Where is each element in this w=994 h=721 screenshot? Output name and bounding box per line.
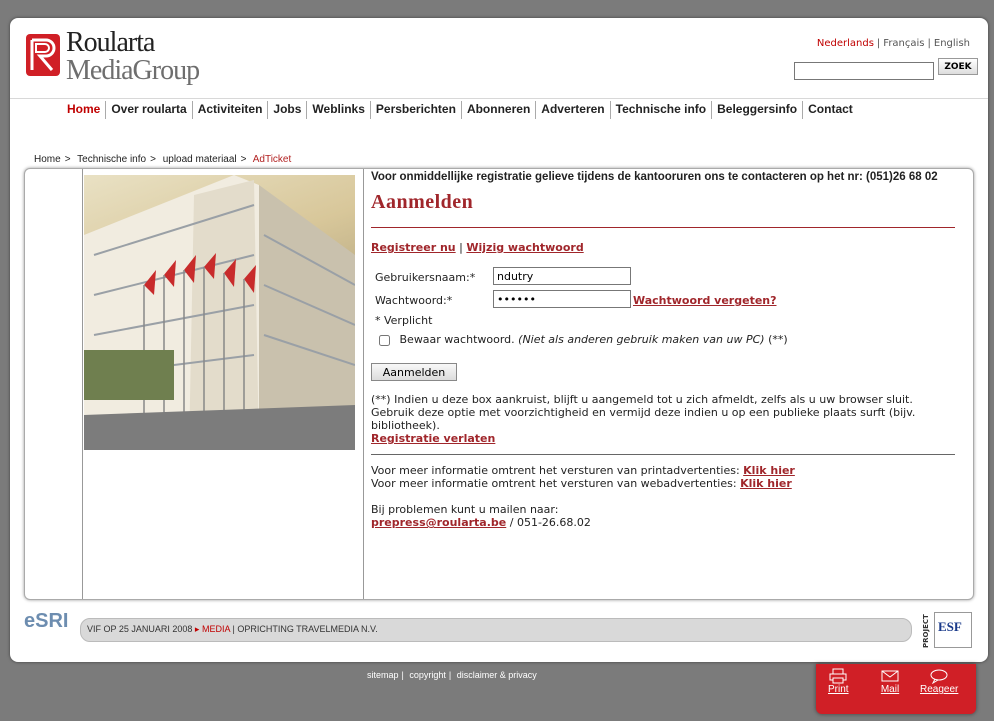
footnote-line2: Gebruik deze optie met voorzichtigheid e…: [371, 406, 916, 419]
web-info-link[interactable]: Klik hier: [740, 477, 792, 490]
esri-text: eSRI: [24, 610, 69, 632]
remember-row: Bewaar wachtwoord. (Niet als anderen geb…: [379, 333, 788, 346]
footnote-line3: bibliotheek).: [371, 419, 440, 432]
speech-bubble-icon: [930, 669, 948, 684]
forgot-password-link[interactable]: Wachtwoord vergeten?: [633, 294, 777, 307]
copyright-link[interactable]: copyright: [409, 670, 446, 680]
remember-label: Bewaar wachtwoord.: [399, 333, 515, 346]
content-panel: Voor onmiddellijke registratie gelieve t…: [24, 168, 974, 600]
lang-nederlands[interactable]: Nederlands: [817, 38, 874, 49]
page-container: Roularta MediaGroup Nederlands | Français |…: [10, 18, 988, 662]
print-info-row: Voor meer informatie omtrent het verstur…: [371, 464, 961, 477]
nav-beleggersinfo[interactable]: Beleggersinfo: [711, 101, 802, 119]
remember-note: (Niet als anderen gebruik maken van uw P…: [518, 333, 765, 346]
breadcrumb: Home > Technische info > upload materiaal >…: [34, 154, 292, 165]
nav-weblinks[interactable]: Weblinks: [306, 101, 369, 119]
search-form: ZOEK: [794, 58, 978, 80]
image-column: [82, 169, 364, 599]
building-illustration: [84, 175, 355, 450]
change-password-link[interactable]: Wijzig wachtwoord: [466, 241, 583, 254]
username-field[interactable]: [493, 267, 631, 285]
web-info-text: Voor meer informatie omtrent het verstur…: [371, 477, 737, 490]
intro-text: Voor onmiddellijke registratie gelieve t…: [371, 171, 938, 183]
remember-suffix: (**): [768, 333, 788, 346]
breadcrumb-home[interactable]: Home: [34, 154, 61, 165]
leave-registration-link[interactable]: Registratie verlaten: [371, 432, 495, 445]
bottom-links: sitemap | copyright | disclaimer & privacy: [367, 670, 537, 680]
nav-technische-info[interactable]: Technische info: [609, 101, 711, 119]
print-button[interactable]: Print: [828, 668, 849, 695]
printer-icon: [829, 668, 847, 684]
nav-abonneren[interactable]: Abonneren: [460, 101, 535, 119]
language-switcher: Nederlands | Français | English: [816, 38, 970, 49]
header-divider: [10, 98, 988, 99]
web-info-row: Voor meer informatie omtrent het verstur…: [371, 477, 961, 490]
building-photo: [84, 175, 355, 450]
username-label: Gebruikersnaam:*: [375, 271, 476, 284]
phone-number: / 051-26.68.02: [509, 516, 591, 529]
esri-logo[interactable]: eSRI: [24, 610, 68, 633]
password-label: Wachtwoord:*: [375, 294, 453, 307]
remember-checkbox[interactable]: [379, 334, 390, 346]
esf-badge: ESF: [934, 612, 972, 648]
brand-line2: MediaGroup: [66, 55, 200, 86]
left-column: [25, 169, 83, 599]
roularta-logo-icon: [26, 34, 60, 76]
problems-text: Bij problemen kunt u mailen naar:: [371, 503, 559, 516]
disclaimer-link[interactable]: disclaimer & privacy: [457, 670, 537, 680]
sitemap-link[interactable]: sitemap: [367, 670, 399, 680]
esf-project-logo[interactable]: PROJECT ESF: [922, 612, 972, 648]
news-ticker[interactable]: VIF OP 25 JANUARI 2008 ▸ MEDIA | OPRICHT…: [87, 624, 378, 635]
required-note: * Verplicht: [375, 314, 433, 327]
news-ticker-bar: VIF OP 25 JANUARI 2008 ▸ MEDIA | OPRICHT…: [80, 618, 912, 642]
title-rule: [371, 227, 955, 228]
login-button[interactable]: Aanmelden: [371, 363, 457, 381]
mail-icon: [881, 670, 899, 682]
reageer-button[interactable]: Reageer: [920, 668, 958, 695]
nav-adverteren[interactable]: Adverteren: [535, 101, 609, 119]
contact-row: prepress@roularta.be / 051-26.68.02: [371, 516, 961, 529]
search-button[interactable]: ZOEK: [938, 58, 978, 75]
share-toolbar: Print Mail Reageer: [816, 664, 976, 714]
section-rule: [371, 454, 955, 455]
register-link[interactable]: Registreer nu: [371, 241, 456, 254]
breadcrumb-current: AdTicket: [252, 154, 292, 165]
main-nav: Home Over roularta Activiteiten Jobs Web…: [62, 101, 858, 119]
email-link[interactable]: prepress@roularta.be: [371, 516, 506, 529]
roularta-logo[interactable]: Roularta MediaGroup: [26, 28, 236, 90]
login-section: Voor onmiddellijke registratie gelieve t…: [371, 169, 967, 599]
lang-francais[interactable]: Français: [883, 38, 924, 49]
nav-activiteiten[interactable]: Activiteiten: [191, 101, 268, 119]
nav-persberichten[interactable]: Persberichten: [369, 101, 461, 119]
search-input[interactable]: [794, 61, 934, 80]
mail-button[interactable]: Mail: [880, 668, 900, 695]
page-title: Aanmelden: [371, 191, 474, 213]
print-info-text: Voor meer informatie omtrent het verstur…: [371, 464, 740, 477]
nav-jobs[interactable]: Jobs: [267, 101, 306, 119]
footnote-line1: (**) Indien u deze box aankruist, blijft…: [371, 393, 913, 406]
account-links: Registreer nu | Wijzig wachtwoord: [371, 241, 584, 254]
lang-english[interactable]: English: [934, 38, 970, 49]
brand-line1: Roularta: [66, 27, 155, 58]
nav-contact[interactable]: Contact: [802, 101, 858, 119]
breadcrumb-upload-materiaal[interactable]: upload materiaal: [163, 154, 237, 165]
nav-home[interactable]: Home: [62, 101, 105, 119]
print-info-link[interactable]: Klik hier: [743, 464, 795, 477]
nav-over-roularta[interactable]: Over roularta: [105, 101, 191, 119]
password-field[interactable]: [493, 290, 631, 308]
breadcrumb-technische-info[interactable]: Technische info: [77, 154, 146, 165]
project-label: PROJECT: [922, 614, 930, 648]
esf-text: ESF: [938, 619, 962, 634]
